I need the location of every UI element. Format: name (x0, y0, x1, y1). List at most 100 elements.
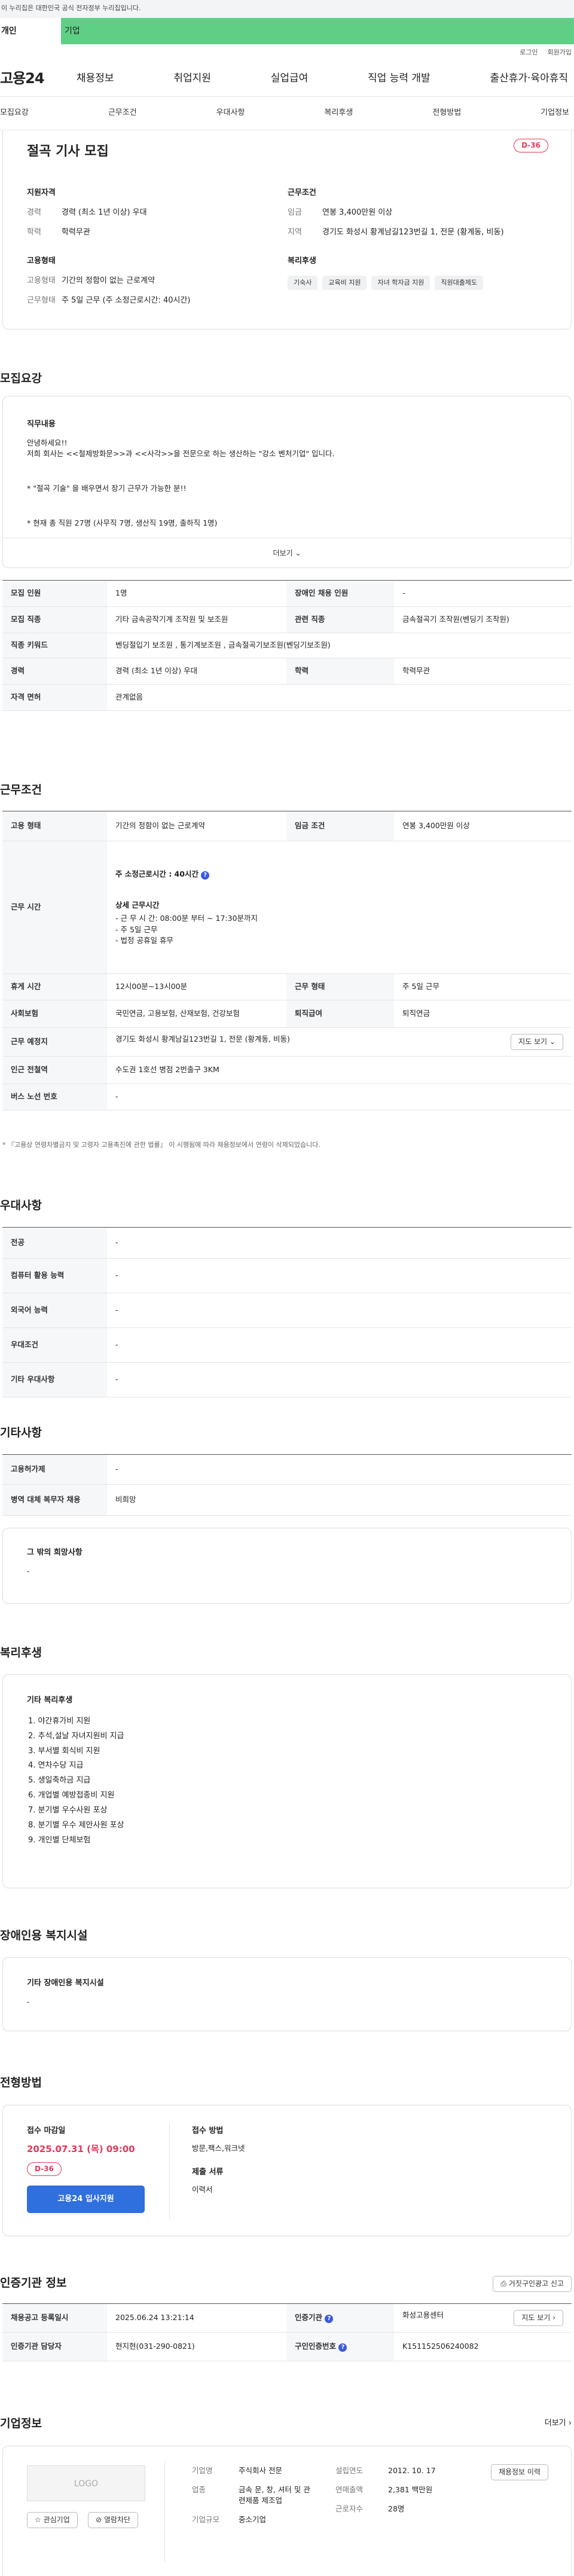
cell-value: - (107, 1362, 572, 1397)
summary-value: 경기도 화성시 황계남길123번길 1, 전문 (황계동, 비동) (322, 227, 504, 237)
site-logo[interactable]: 고용24 (0, 68, 77, 89)
summary-left: 지원자격 경력 경력 (최소 1년 이상) 우대 학력 학력무관 고용형태 고용형태… (27, 188, 288, 315)
info-icon[interactable]: ? (338, 2343, 347, 2352)
report-button[interactable]: ⎙ 거짓구인광고 신고 (493, 2276, 572, 2293)
anchor-company[interactable]: 기업정보 (541, 108, 569, 119)
block-company-button[interactable]: ⊘ 열람차단 (88, 2512, 139, 2529)
dday-badge: D-36 (27, 2162, 62, 2176)
cell-value: - (107, 1258, 572, 1293)
gnb-item-unemployment-benefit[interactable]: 실업급여 (271, 71, 309, 86)
table-row: 우대조건 - (2, 1327, 572, 1363)
table-row: 인증기관 담당자 현지현(031-290-0821) 구인인증번호 ? K151152… (2, 2332, 572, 2361)
cert-no-key: 구인인증번호 ? (286, 2332, 394, 2361)
anchor-pref[interactable]: 우대사항 (216, 108, 245, 119)
gnb-item-parental-leave[interactable]: 출산휴가·육아휴직 (490, 71, 568, 86)
cell-value: 퇴직연금 (394, 1000, 572, 1028)
chevron-right-icon: › (568, 2419, 572, 2428)
login-link[interactable]: 로그인 (520, 48, 538, 57)
cell-value: 연봉 3,400만원 이상 (394, 811, 572, 841)
anchor-work[interactable]: 근무조건 (108, 108, 137, 119)
info-key: 근로자수 (335, 2504, 364, 2514)
employ-heading: 고용형태 (27, 257, 56, 266)
cell-key: 인근 전철역 (2, 1056, 107, 1084)
duty-line: 안녕하세요!! (27, 438, 68, 447)
conditions-heading: 근무조건 (288, 188, 316, 197)
tab-personal[interactable]: 개인 (0, 18, 61, 44)
table-row: 근무 시간 주 소정근로시간 : 40시간 ? 상세 근무시간 - 근 무 시 … (2, 841, 572, 974)
method-block: 접수 방법 방문,팩스,워크넷 제출 서류 이력서 (192, 2126, 245, 2195)
report-label: 거짓구인광고 신고 (508, 2279, 564, 2288)
list-item: 7. 분기별 우수사원 포상 (28, 1805, 108, 1815)
welfare-box-title: 기타 복리후생 (27, 1696, 73, 1705)
util-links: 로그인 회원가입 (0, 44, 574, 61)
list-item: 2. 추석,설날 자녀지원비 지급 (28, 1731, 124, 1741)
hours-detail-line: - 법정 공휴일 휴무 (115, 935, 173, 945)
work-place-cell: 경기도 화성시 황계남길123번길 1, 전문 (황계동, 비동) 지도 보기 ⌄ (107, 1027, 572, 1057)
list-item: 6. 개업별 예방접종비 지원 (28, 1791, 115, 1800)
cert-org-key: 인증기관 ? (286, 2303, 394, 2333)
cert-org-key-label: 인증기관 (295, 2313, 323, 2322)
work-heading: 근무조건 (0, 783, 42, 796)
cell-key: 우대조건 (2, 1327, 107, 1363)
company-scale: 중소기업 (239, 2515, 267, 2525)
disabled-heading: 장애인용 복지시설 (0, 1929, 88, 1942)
list-item: 4. 연차수당 지급 (28, 1761, 84, 1771)
info-icon[interactable]: ? (201, 871, 210, 880)
cell-key: 인증기관 담당자 (2, 2332, 107, 2361)
map-button-label: 지도 보기 (521, 2313, 551, 2322)
table-row: 외국어 능력 - (2, 1293, 572, 1328)
cell-key: 직종 키워드 (2, 633, 107, 658)
work-hours-cell: 주 소정근로시간 : 40시간 ? 상세 근무시간 - 근 무 시 간: 08:… (107, 841, 572, 974)
cell-key: 채용공고 등록일시 (2, 2303, 107, 2333)
cell-key: 병역 대체 복무자 채용 (2, 1484, 107, 1516)
favorite-company-button[interactable]: ☆ 관심기업 (27, 2512, 78, 2529)
cert-map-button[interactable]: 지도 보기 › (514, 2309, 563, 2327)
job-history-button[interactable]: 채용정보 이력 (490, 2464, 548, 2481)
welfare-chip: 자녀 학자금 지원 (371, 276, 430, 291)
cell-value: K151152506240082 (394, 2332, 572, 2361)
age-notice: * 『고용상 연령차별금지 및 고령자 고용촉진에 관한 법률』 이 시행됨에 … (2, 1141, 320, 1149)
anchor-selection[interactable]: 전형방법 (432, 108, 461, 119)
other-wish-title: 그 밖의 희망사항 (27, 1548, 83, 1557)
map-button[interactable]: 지도 보기 ⌄ (511, 1033, 563, 1051)
company-name: 주식회사 전문 (239, 2466, 282, 2475)
cert-heading: 인증기관 정보 (0, 2276, 67, 2290)
job-title: 절곡 기사 모집 (27, 144, 109, 159)
signup-link[interactable]: 회원가입 (548, 48, 572, 57)
user-type-tabs: 개인 기업 (0, 18, 574, 44)
company-employees: 28명 (388, 2504, 405, 2514)
cell-value: 벤딩절입기 보조원 , 통기계보조원 , 금속절곡기보조원(벤딩기보조원) (107, 633, 572, 658)
cell-value: 2025.06.24 13:21:14 (107, 2303, 286, 2333)
duty-more-button[interactable]: 더보기 ⌄ (3, 538, 571, 567)
summary-key: 경력 (27, 207, 41, 217)
gnb-item-employment-support[interactable]: 취업지원 (173, 71, 211, 86)
table-row: 고용허가제 - (2, 1454, 572, 1485)
company-info-right: 설립연도 2012. 10. 17 연매출액 2,381 백만원 근로자수 28명 (335, 2465, 455, 2514)
table-row: 인근 전철역 수도권 1호선 병점 2번출구 3KM (2, 1056, 572, 1084)
summary-value: 주 5일 근무 (주 소정근로시간: 40시간) (62, 296, 191, 306)
cell-key: 관련 직종 (286, 606, 394, 633)
cell-value: 국민연금, 고용보험, 산재보험, 건강보험 (107, 1000, 286, 1028)
cell-value: 수도권 1호선 병점 2번출구 3KM (107, 1056, 572, 1084)
tab-company[interactable]: 기업 (61, 18, 574, 44)
job-summary-card: 절곡 기사 모집 D-36 지원자격 경력 경력 (최소 1년 이상) 우대 학력… (2, 130, 572, 329)
cell-value: 주 5일 근무 (394, 973, 572, 1000)
duty-line: 저희 회사는 <<철제방화문>>과 <<사각>>을 전문으로 하는 생산하는 "… (27, 448, 335, 458)
anchor-welfare[interactable]: 복리후생 (324, 108, 353, 119)
company-more-link[interactable]: 더보기 › (545, 2418, 572, 2430)
cert-org-cell: 화성고용센터 지도 보기 › (394, 2303, 572, 2333)
chevron-down-icon: ⌄ (295, 549, 301, 557)
gnb-item-jobs[interactable]: 채용정보 (77, 71, 114, 86)
info-key: 기업명 (192, 2466, 213, 2475)
info-icon[interactable]: ? (325, 2315, 334, 2324)
anchor-recruit[interactable]: 모집요강 (0, 108, 29, 119)
cell-key: 전공 (2, 1227, 107, 1259)
summary-value: 연봉 3,400만원 이상 (322, 207, 393, 217)
gnb-item-skills[interactable]: 직업 능력 개발 (368, 71, 430, 86)
list-item: 5. 생일축하금 지급 (28, 1776, 91, 1786)
list-item: 8. 분기별 우수 제안사원 포상 (28, 1820, 124, 1830)
section-anchor-nav: 모집요강 근무조건 우대사항 복리후생 전형방법 기업정보 (0, 97, 574, 130)
cell-value: 경력 (최소 1년 이상) 우대 (107, 658, 286, 685)
cell-key: 근무 시간 (2, 841, 107, 974)
apply-button[interactable]: 고용24 입사지원 (27, 2185, 145, 2213)
